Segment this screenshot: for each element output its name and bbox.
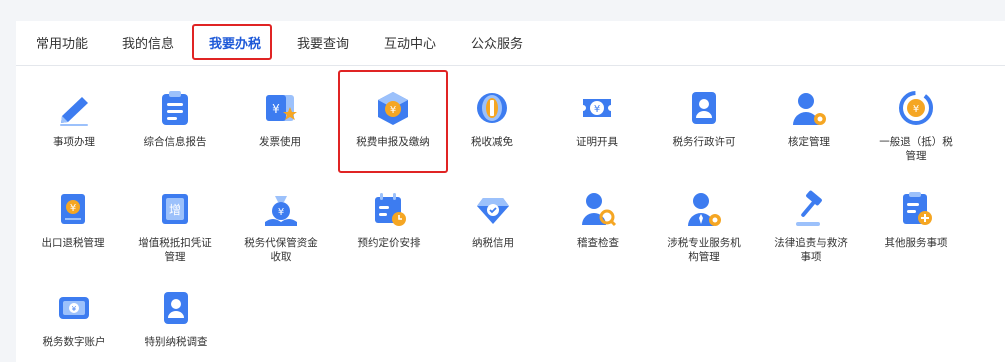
svg-text:¥: ¥ <box>70 203 76 214</box>
item-label: 预约定价安排 <box>357 237 421 249</box>
report-icon <box>162 91 188 125</box>
svg-text:¥: ¥ <box>272 102 280 116</box>
digital-account-icon: ¥ <box>59 297 89 319</box>
export-book-icon: ¥ <box>61 194 85 224</box>
item-invoice-use[interactable]: ¥ 发票使用 <box>220 89 340 149</box>
tax-box-icon: ¥ <box>378 92 408 125</box>
item-label: 核定管理 <box>788 136 830 148</box>
item-certificate-issue[interactable]: ¥ 证明开具 <box>537 89 657 149</box>
svg-text:¥: ¥ <box>594 104 600 115</box>
item-custody-funds[interactable]: ¥ 税务代保管资金 收取 <box>221 190 341 264</box>
gavel-icon <box>796 190 822 226</box>
svg-text:¥: ¥ <box>72 305 77 313</box>
item-label: 税务代保管资金 收取 <box>244 237 318 263</box>
tab-query[interactable]: 我要查询 <box>297 33 349 52</box>
item-tax-reduction[interactable]: 税收减免 <box>432 89 552 149</box>
item-special-tax-investigation[interactable]: 特别纳税调查 <box>116 289 236 349</box>
diamond-icon <box>477 198 509 224</box>
item-label: 特别纳税调查 <box>144 336 208 348</box>
item-tax-credit[interactable]: 纳税信用 <box>433 190 553 250</box>
item-advance-pricing[interactable]: 预约定价安排 <box>329 190 449 250</box>
item-general-refund[interactable]: ¥ 一般退（抵）税 管理 <box>856 89 976 163</box>
svg-text:¥: ¥ <box>278 207 284 218</box>
item-label: 稽查检查 <box>577 237 619 249</box>
item-vat-deduction[interactable]: 增 增值税抵扣凭证 管理 <box>115 190 235 264</box>
user-gear-icon <box>793 93 826 125</box>
money-bag-icon: ¥ <box>265 196 297 226</box>
item-label: 综合信息报告 <box>143 136 207 148</box>
item-administrative-license[interactable]: 税务行政许可 <box>644 89 764 149</box>
item-label: 证明开具 <box>576 136 618 148</box>
item-label: 纳税信用 <box>472 237 514 249</box>
item-label: 发票使用 <box>259 136 301 148</box>
item-label: 一般退（抵）税 管理 <box>879 136 953 162</box>
clipboard-plus-icon <box>903 192 932 225</box>
vat-ticket-icon: 增 <box>162 194 188 224</box>
item-other-services[interactable]: 其他服务事项 <box>856 190 976 250</box>
item-inspection[interactable]: 稽查检查 <box>538 190 658 250</box>
id-badge-icon <box>692 92 716 124</box>
tab-public-service[interactable]: 公众服务 <box>471 33 523 52</box>
pen-icon <box>60 97 88 126</box>
user-search-icon <box>582 193 617 227</box>
item-assessment-management[interactable]: 核定管理 <box>749 89 869 149</box>
svg-text:¥: ¥ <box>913 104 919 115</box>
item-comprehensive-report[interactable]: 综合信息报告 <box>115 89 235 149</box>
coins-icon <box>477 93 507 123</box>
active-tab-highlight <box>192 24 272 60</box>
svg-text:¥: ¥ <box>390 105 396 116</box>
tab-bar: 常用功能 我的信息 我要办税 我要查询 互动中心 公众服务 <box>16 21 1005 66</box>
refund-cycle-icon: ¥ <box>899 91 933 125</box>
user-tie-gear-icon <box>688 193 721 226</box>
calendar-icon <box>375 193 406 226</box>
invoice-icon: ¥ <box>266 95 297 121</box>
item-label: 法律追责与救济 事项 <box>774 237 848 263</box>
item-label: 增值税抵扣凭证 管理 <box>138 237 212 263</box>
item-professional-service-org[interactable]: 涉税专业服务机 构管理 <box>644 190 764 264</box>
item-label: 税收减免 <box>471 136 513 148</box>
tab-interaction-center[interactable]: 互动中心 <box>384 33 436 52</box>
item-legal-remedy[interactable]: 法律追责与救济 事项 <box>751 190 871 264</box>
special-id-icon <box>164 292 188 324</box>
item-label: 其他服务事项 <box>884 237 948 249</box>
svg-text:增: 增 <box>169 203 181 217</box>
item-label: 税务行政许可 <box>672 136 736 148</box>
ticket-icon: ¥ <box>583 99 611 117</box>
main-panel: 常用功能 我的信息 我要办税 我要查询 互动中心 公众服务 事项办理 综合信息报… <box>16 21 1005 362</box>
tab-common-functions[interactable]: 常用功能 <box>36 33 88 52</box>
item-label: 涉税专业服务机 构管理 <box>667 237 741 263</box>
tab-my-info[interactable]: 我的信息 <box>122 33 174 52</box>
